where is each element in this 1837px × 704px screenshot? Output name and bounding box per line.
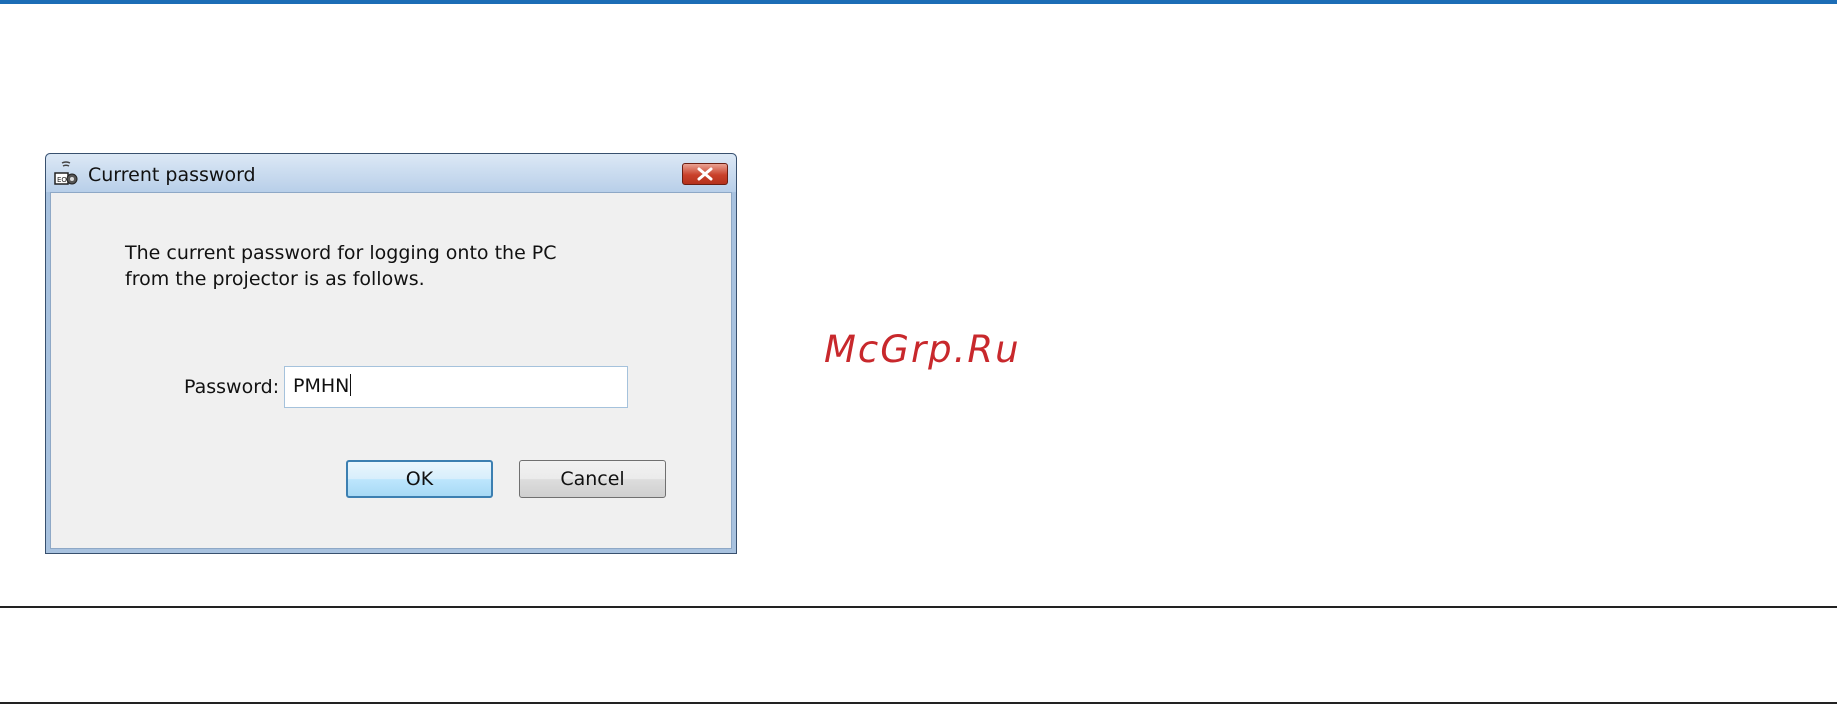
- password-label: Password:: [184, 376, 280, 398]
- dialog-body: The current password for logging onto th…: [50, 192, 732, 549]
- close-button[interactable]: [682, 163, 728, 185]
- close-icon: [697, 167, 713, 181]
- password-value: PMHN: [293, 375, 350, 397]
- text-caret: [350, 374, 352, 396]
- password-field[interactable]: PMHN: [284, 366, 628, 408]
- divider-rule: [0, 606, 1837, 608]
- dialog-titlebar[interactable]: EO Current password: [46, 154, 736, 192]
- dialog-message: The current password for logging onto th…: [125, 242, 557, 290]
- svg-text:EO: EO: [57, 176, 67, 184]
- ok-button[interactable]: OK: [346, 460, 493, 498]
- top-rule: [0, 0, 1837, 4]
- dialog-title: Current password: [88, 164, 256, 186]
- cancel-button[interactable]: Cancel: [519, 460, 666, 498]
- current-password-dialog: EO Current password The current password…: [45, 153, 737, 554]
- projector-network-icon: EO: [54, 161, 78, 185]
- watermark-text: McGrp.Ru: [824, 328, 1021, 371]
